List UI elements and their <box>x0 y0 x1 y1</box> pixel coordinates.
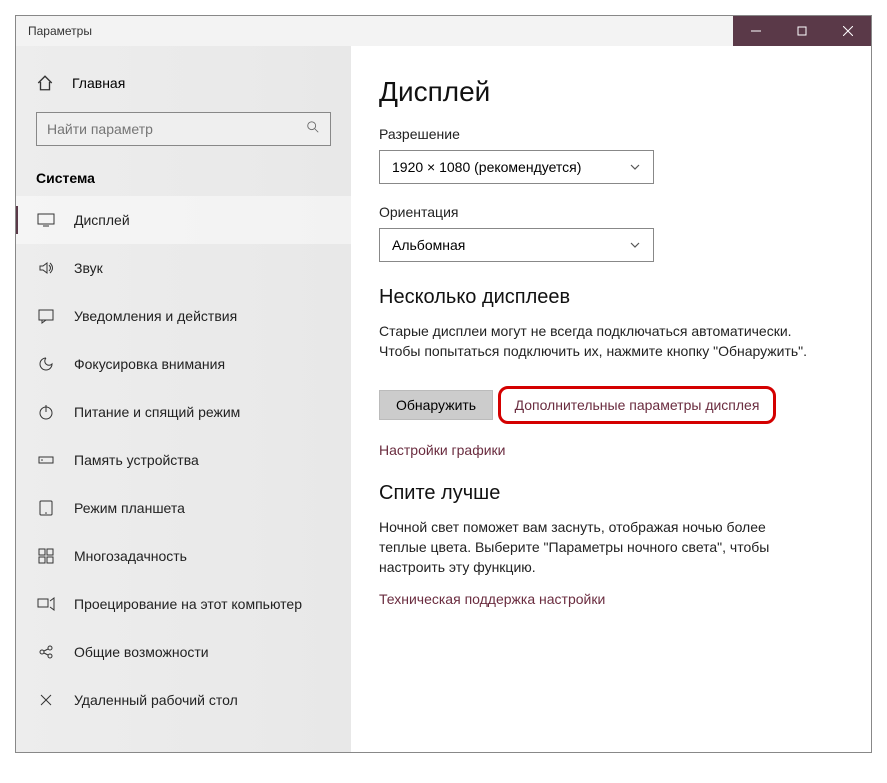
notifications-icon <box>36 306 56 326</box>
sound-icon <box>36 258 56 278</box>
focus-icon <box>36 354 56 374</box>
multitask-icon <box>36 546 56 566</box>
orientation-label: Ориентация <box>379 204 843 220</box>
tablet-icon <box>36 498 56 518</box>
sidebar-item-project[interactable]: Проецирование на этот компьютер <box>16 580 351 628</box>
sidebar-item-label: Фокусировка внимания <box>74 356 225 372</box>
sidebar-item-label: Память устройства <box>74 452 199 468</box>
sidebar-item-shared[interactable]: Общие возможности <box>16 628 351 676</box>
window-controls <box>733 16 871 46</box>
remote-icon <box>36 690 56 710</box>
project-icon <box>36 594 56 614</box>
support-link[interactable]: Техническая поддержка настройки <box>379 591 843 607</box>
content-area: Дисплей Разрешение 1920 × 1080 (рекоменд… <box>351 46 871 752</box>
home-icon <box>36 74 54 92</box>
multi-displays-text: Старые дисплеи могут не всегда подключат… <box>379 321 809 362</box>
sidebar-item-label: Многозадачность <box>74 548 187 564</box>
sleep-better-heading: Спите лучше <box>379 482 843 505</box>
storage-icon <box>36 450 56 470</box>
display-icon <box>36 210 56 230</box>
sidebar-item-label: Звук <box>74 260 103 276</box>
orientation-combo[interactable]: Альбомная <box>379 228 654 262</box>
page-title: Дисплей <box>379 76 843 108</box>
search-box[interactable] <box>36 112 331 146</box>
highlight-box: Дополнительные параметры дисплея <box>498 386 777 424</box>
sleep-better-text: Ночной свет поможет вам заснуть, отображ… <box>379 517 809 578</box>
resolution-value: 1920 × 1080 (рекомендуется) <box>392 159 581 175</box>
close-icon <box>843 26 853 36</box>
sidebar-item-label: Уведомления и действия <box>74 308 237 324</box>
detect-button[interactable]: Обнаружить <box>379 390 493 420</box>
sidebar-item-sound[interactable]: Звук <box>16 244 351 292</box>
shared-icon <box>36 642 56 662</box>
settings-window: Параметры Главная <box>15 15 872 753</box>
sidebar-item-storage[interactable]: Память устройства <box>16 436 351 484</box>
chevron-down-icon <box>629 161 641 173</box>
chevron-down-icon <box>629 239 641 251</box>
sidebar-item-label: Проецирование на этот компьютер <box>74 596 302 612</box>
resolution-combo[interactable]: 1920 × 1080 (рекомендуется) <box>379 150 654 184</box>
section-label: Система <box>16 164 351 196</box>
orientation-value: Альбомная <box>392 237 465 253</box>
maximize-icon <box>797 26 807 36</box>
advanced-display-link[interactable]: Дополнительные параметры дисплея <box>515 397 760 413</box>
sidebar-item-display[interactable]: Дисплей <box>16 196 351 244</box>
power-icon <box>36 402 56 422</box>
sidebar-item-multitask[interactable]: Многозадачность <box>16 532 351 580</box>
sidebar-item-remote[interactable]: Удаленный рабочий стол <box>16 676 351 724</box>
sidebar-item-label: Питание и спящий режим <box>74 404 240 420</box>
home-label: Главная <box>72 75 125 91</box>
sidebar-item-label: Режим планшета <box>74 500 185 516</box>
sidebar-item-notifications[interactable]: Уведомления и действия <box>16 292 351 340</box>
sidebar-item-power[interactable]: Питание и спящий режим <box>16 388 351 436</box>
search-input[interactable] <box>47 121 306 137</box>
minimize-button[interactable] <box>733 16 779 46</box>
maximize-button[interactable] <box>779 16 825 46</box>
sidebar-item-focus[interactable]: Фокусировка внимания <box>16 340 351 388</box>
home-link[interactable]: Главная <box>16 66 351 100</box>
close-button[interactable] <box>825 16 871 46</box>
multi-displays-heading: Несколько дисплеев <box>379 286 843 309</box>
titlebar: Параметры <box>16 16 871 46</box>
sidebar-item-tablet[interactable]: Режим планшета <box>16 484 351 532</box>
window-title: Параметры <box>16 24 92 38</box>
sidebar-item-label: Удаленный рабочий стол <box>74 692 238 708</box>
sidebar-item-label: Общие возможности <box>74 644 209 660</box>
resolution-label: Разрешение <box>379 126 843 142</box>
sidebar: Главная Система Дисплей Звук Уведомления… <box>16 46 351 752</box>
graphics-settings-link[interactable]: Настройки графики <box>379 442 843 458</box>
sidebar-item-label: Дисплей <box>74 212 130 228</box>
minimize-icon <box>751 26 761 36</box>
search-icon <box>306 120 320 139</box>
